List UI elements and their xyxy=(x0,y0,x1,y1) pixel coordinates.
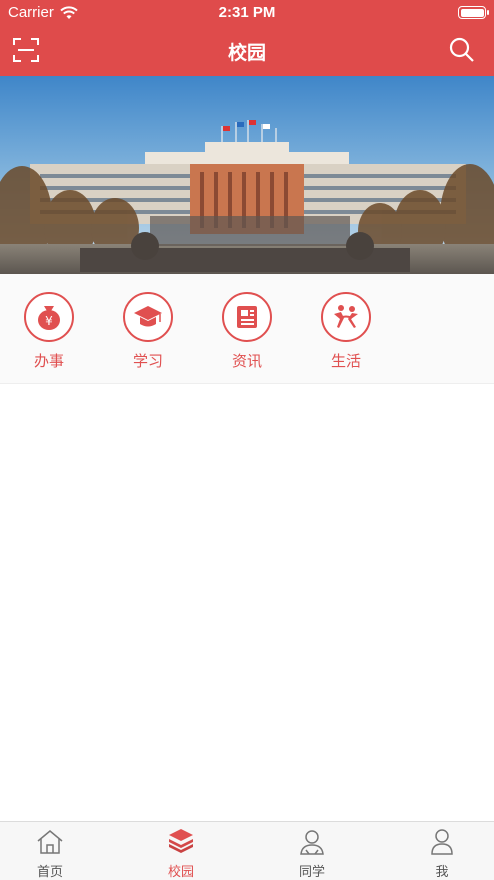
battery-icon xyxy=(458,6,489,19)
tab-me[interactable]: 我 xyxy=(402,828,482,880)
search-button[interactable] xyxy=(448,36,476,64)
tab-label: 同学 xyxy=(298,865,325,880)
menu-item-news[interactable]: 资讯 xyxy=(212,292,282,371)
tab-label: 校园 xyxy=(167,865,194,880)
life-people-icon xyxy=(321,292,371,342)
status-bar: Carrier 2:31 PM xyxy=(0,0,494,26)
classmates-icon xyxy=(300,830,324,855)
campus-banner[interactable] xyxy=(0,76,494,274)
search-icon xyxy=(449,37,474,62)
tab-home[interactable]: 首页 xyxy=(10,828,90,880)
layers-icon xyxy=(169,829,193,853)
menu-label: 生活 xyxy=(330,352,361,370)
tab-campus[interactable]: 校园 xyxy=(141,828,221,880)
nav-bar: 校园 xyxy=(0,26,494,76)
page-title: 校园 xyxy=(227,42,266,64)
graduation-cap-icon xyxy=(123,292,173,342)
money-bag-icon: ¥ xyxy=(24,292,74,342)
menu-label: 办事 xyxy=(33,352,64,370)
menu-label: 学习 xyxy=(132,352,163,370)
tab-bar: 首页 校园 同学 我 xyxy=(0,821,494,880)
menu-item-affairs[interactable]: ¥ 办事 xyxy=(14,292,84,371)
menu-item-study[interactable]: 学习 xyxy=(113,292,183,371)
tab-classmates[interactable]: 同学 xyxy=(272,828,352,880)
tab-label: 首页 xyxy=(36,865,63,880)
user-icon xyxy=(431,829,453,855)
status-time: 2:31 PM xyxy=(218,4,276,21)
svg-text:¥: ¥ xyxy=(45,314,53,328)
menu-label: 资讯 xyxy=(231,352,262,370)
tab-label: 我 xyxy=(435,865,449,880)
campus-building-image xyxy=(0,76,494,274)
home-icon xyxy=(37,830,63,854)
news-icon xyxy=(222,292,272,342)
category-menu: ¥ 办事 学习 资讯 生活 xyxy=(0,274,494,384)
menu-item-life[interactable]: 生活 xyxy=(311,292,381,371)
